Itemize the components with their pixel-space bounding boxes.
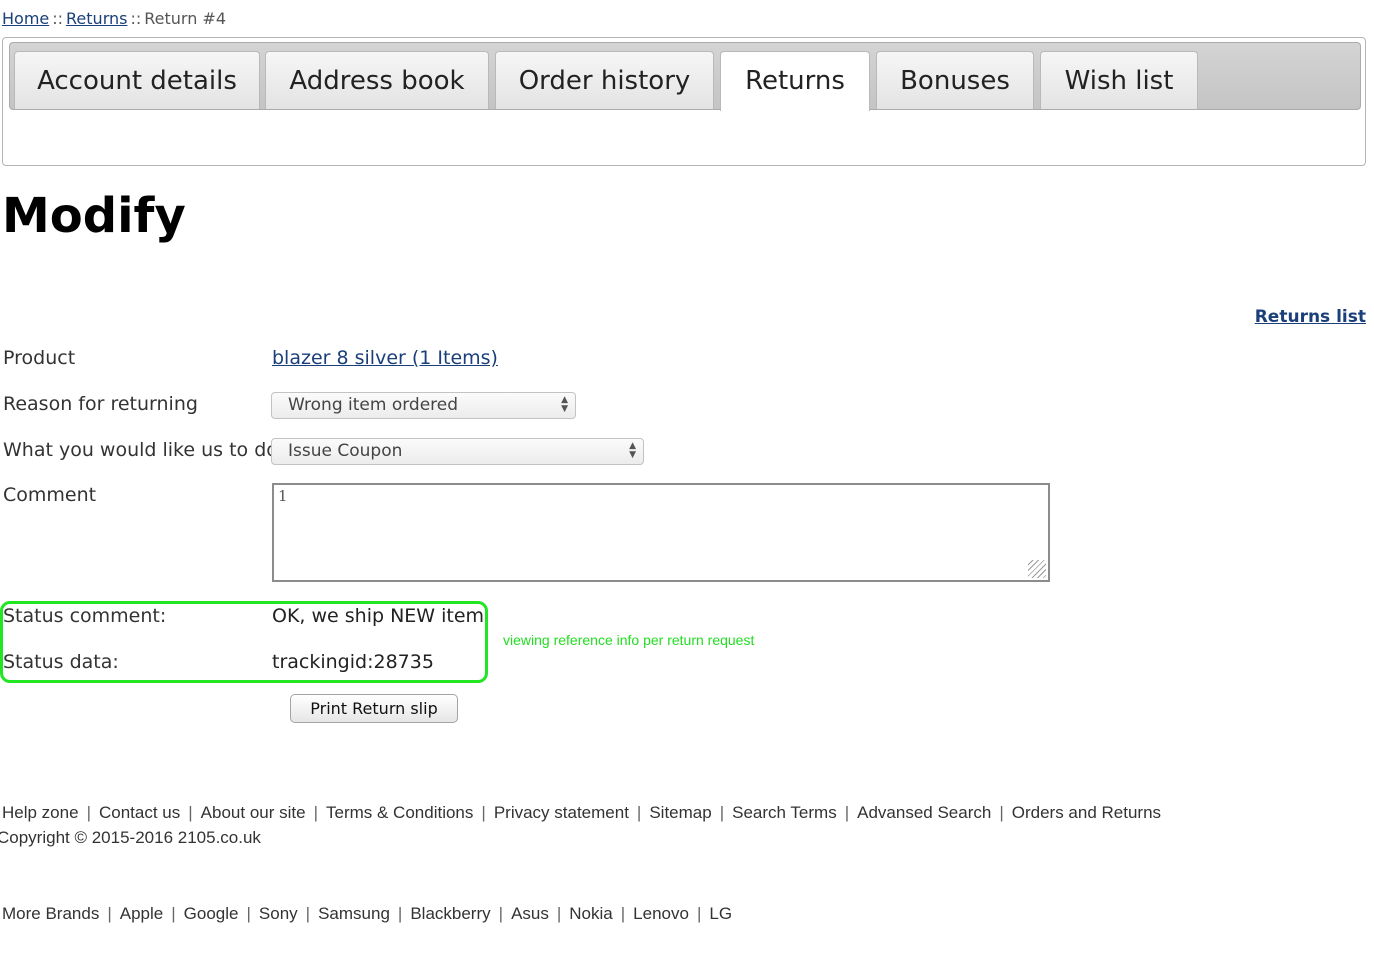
tab-returns[interactable]: Returns bbox=[720, 51, 870, 111]
brand-divider: | bbox=[696, 904, 702, 923]
brand-links: More Brands | Apple | Google | Sony | Samsung | Bl… bbox=[2, 904, 732, 924]
comment-text: 1 bbox=[278, 487, 288, 505]
brand-link-lg[interactable]: LG bbox=[709, 904, 732, 923]
comment-label: Comment bbox=[3, 484, 97, 506]
action-select[interactable]: Issue Coupon ▲ ▼ bbox=[271, 438, 644, 465]
reason-select[interactable]: Wrong item ordered ▲ ▼ bbox=[271, 392, 576, 419]
footer-links: Help zone | Contact us | About our site | Term… bbox=[2, 803, 1161, 823]
brand-link-asus[interactable]: Asus bbox=[511, 904, 549, 923]
action-label: What you would like us to do bbox=[3, 439, 278, 461]
footer-link-advanced-search[interactable]: Advansed Search bbox=[857, 803, 991, 822]
status-data-label: Status data: bbox=[3, 651, 119, 673]
footer-link-help-zone[interactable]: Help zone bbox=[2, 803, 79, 822]
footer-divider: | bbox=[636, 803, 642, 822]
brand-link-nokia[interactable]: Nokia bbox=[569, 904, 612, 923]
reason-label: Reason for returning bbox=[3, 393, 198, 415]
product-link[interactable]: blazer 8 silver (1 Items) bbox=[272, 347, 498, 369]
footer-divider: | bbox=[481, 803, 486, 822]
returns-list-link[interactable]: Returns list bbox=[1255, 307, 1366, 327]
status-comment-value: OK, we ship NEW item bbox=[272, 605, 485, 627]
footer-link-contact-us[interactable]: Contact us bbox=[99, 803, 180, 822]
brand-divider: | bbox=[397, 904, 403, 923]
footer-link-search-terms[interactable]: Search Terms bbox=[732, 803, 837, 822]
select-arrows-icon: ▲ ▼ bbox=[629, 441, 636, 460]
tab-address-book[interactable]: Address book bbox=[265, 51, 489, 109]
footer-divider: | bbox=[999, 803, 1004, 822]
tab-wish-list[interactable]: Wish list bbox=[1040, 51, 1198, 109]
tab-bonuses[interactable]: Bonuses bbox=[876, 51, 1034, 109]
brand-divider: | bbox=[246, 904, 251, 923]
action-select-value: Issue Coupon bbox=[288, 441, 403, 461]
brand-divider: | bbox=[498, 904, 504, 923]
status-data-value: trackingid:28735 bbox=[272, 651, 434, 673]
brand-divider: | bbox=[305, 904, 311, 923]
breadcrumb: Home:: Returns:: Return #4 bbox=[2, 9, 226, 28]
footer-link-sitemap[interactable]: Sitemap bbox=[649, 803, 711, 822]
footer-divider: | bbox=[188, 803, 193, 822]
footer-divider: | bbox=[719, 803, 725, 822]
resize-grip-icon[interactable] bbox=[1028, 560, 1046, 578]
footer-link-about[interactable]: About our site bbox=[201, 803, 306, 822]
brand-link-samsung[interactable]: Samsung bbox=[318, 904, 390, 923]
tab-order-history[interactable]: Order history bbox=[495, 51, 714, 109]
annotation-note: viewing reference info per return reques… bbox=[503, 632, 755, 648]
footer-link-privacy[interactable]: Privacy statement bbox=[494, 803, 629, 822]
brand-link-google[interactable]: Google bbox=[184, 904, 239, 923]
footer-link-orders-returns[interactable]: Orders and Returns bbox=[1012, 803, 1161, 822]
copyright-text: Copyright © 2015-2016 2105.co.uk bbox=[0, 828, 261, 847]
breadcrumb-current: Return #4 bbox=[144, 9, 227, 28]
page-title: Modify bbox=[2, 188, 186, 244]
select-arrows-icon: ▲ ▼ bbox=[561, 395, 568, 414]
footer-divider: | bbox=[86, 803, 91, 822]
footer-divider: | bbox=[313, 803, 318, 822]
footer-divider: | bbox=[844, 803, 850, 822]
brand-link-lenovo[interactable]: Lenovo bbox=[633, 904, 689, 923]
breadcrumb-home-link[interactable]: Home bbox=[2, 9, 49, 28]
print-return-slip-button[interactable]: Print Return slip bbox=[290, 694, 458, 723]
product-label: Product bbox=[3, 347, 76, 369]
tab-bar: Account details Address book Order histo… bbox=[9, 42, 1361, 111]
breadcrumb-separator: :: bbox=[52, 9, 64, 28]
status-comment-label: Status comment: bbox=[3, 605, 167, 627]
brand-link-sony[interactable]: Sony bbox=[259, 904, 298, 923]
tab-account-details[interactable]: Account details bbox=[14, 51, 260, 109]
reason-select-value: Wrong item ordered bbox=[288, 395, 459, 415]
brand-link-blackberry[interactable]: Blackberry bbox=[410, 904, 490, 923]
brand-divider: | bbox=[620, 904, 626, 923]
footer-link-terms[interactable]: Terms & Conditions bbox=[326, 803, 473, 822]
account-tabs-panel: Account details Address book Order histo… bbox=[2, 37, 1366, 166]
breadcrumb-returns-link[interactable]: Returns bbox=[66, 9, 127, 28]
brand-link-more[interactable]: More Brands bbox=[2, 904, 99, 923]
brand-divider: | bbox=[171, 904, 176, 923]
brand-divider: | bbox=[556, 904, 562, 923]
brand-link-apple[interactable]: Apple bbox=[120, 904, 163, 923]
comment-textarea[interactable]: 1 bbox=[272, 483, 1050, 582]
breadcrumb-separator: :: bbox=[130, 9, 142, 28]
brand-divider: | bbox=[107, 904, 112, 923]
